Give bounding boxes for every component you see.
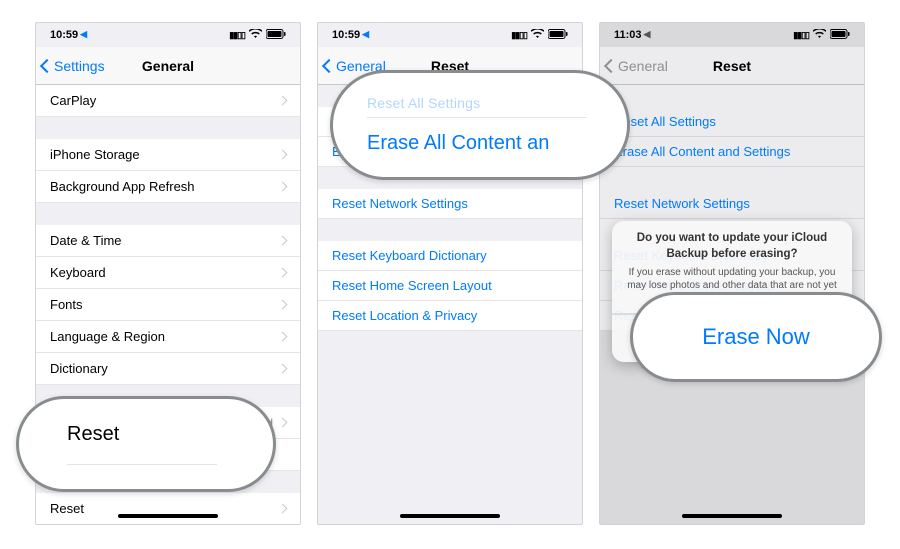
callout-divider (67, 464, 217, 465)
signal-icon: ▮▮▯▯ (511, 30, 527, 41)
chevron-right-icon (278, 300, 288, 310)
home-indicator (400, 514, 500, 518)
chevron-right-icon (278, 364, 288, 374)
nav-title: Reset (713, 58, 751, 74)
row-date-time[interactable]: Date & Time (36, 225, 300, 257)
chevron-right-icon (278, 236, 288, 246)
home-indicator (118, 514, 218, 518)
status-bar: 10:59◀ ▮▮▯▯ (36, 23, 300, 47)
row-iphone-storage[interactable]: iPhone Storage (36, 139, 300, 171)
back-label: General (618, 58, 668, 74)
chevron-left-icon (40, 58, 54, 72)
location-icon: ◀ (644, 29, 651, 39)
back-button[interactable]: Settings (42, 58, 105, 74)
row-fonts[interactable]: Fonts (36, 289, 300, 321)
status-time: 11:03◀ (614, 29, 650, 41)
wifi-icon (813, 29, 826, 42)
callout-label: Erase Now (702, 324, 810, 350)
chevron-right-icon (278, 418, 288, 428)
wifi-icon (531, 29, 544, 42)
row-reset-keyboard-dictionary[interactable]: Reset Keyboard Dictionary (318, 241, 582, 271)
status-time: 10:59◀ (332, 29, 369, 41)
row-reset-all-settings: Reset All Settings (600, 107, 864, 137)
row-reset-network: Reset Network Settings (600, 189, 864, 219)
row-carplay[interactable]: CarPlay (36, 85, 300, 117)
status-bar: 10:59◀ ▮▮▯▯ (318, 23, 582, 47)
chevron-right-icon (278, 504, 288, 514)
section-spacer (600, 85, 864, 107)
row-reset[interactable]: Reset (36, 493, 300, 524)
section-spacer (318, 219, 582, 241)
callout-reset: Reset (16, 396, 276, 492)
row-keyboard[interactable]: Keyboard (36, 257, 300, 289)
row-erase-all-content: Erase All Content and Settings (600, 137, 864, 167)
chevron-left-icon (604, 58, 618, 72)
callout-label: Erase All Content an (367, 132, 627, 155)
nav-bar: Settings General (36, 47, 300, 85)
section-spacer (36, 203, 300, 225)
chevron-right-icon (278, 96, 288, 106)
home-indicator (682, 514, 782, 518)
chevron-right-icon (278, 182, 288, 192)
row-language-region[interactable]: Language & Region (36, 321, 300, 353)
callout-faint-top: Reset All Settings (367, 95, 627, 111)
signal-icon: ▮▮▯▯ (793, 30, 809, 41)
section-spacer (36, 117, 300, 139)
callout-erase-now: Erase Now (630, 292, 882, 382)
wifi-icon (249, 29, 262, 42)
row-reset-network[interactable]: Reset Network Settings (318, 189, 582, 219)
back-label: Settings (54, 58, 105, 74)
row-reset-home-screen[interactable]: Reset Home Screen Layout (318, 271, 582, 301)
chevron-right-icon (278, 332, 288, 342)
status-time: 10:59◀ (50, 29, 87, 41)
battery-icon (830, 29, 850, 42)
chevron-left-icon (322, 58, 336, 72)
signal-icon: ▮▮▯▯ (229, 30, 245, 41)
row-background-app-refresh[interactable]: Background App Refresh (36, 171, 300, 203)
row-reset-location-privacy[interactable]: Reset Location & Privacy (318, 301, 582, 331)
chevron-right-icon (278, 268, 288, 278)
back-button: General (606, 58, 668, 74)
status-bar: 11:03◀ ▮▮▯▯ (600, 23, 864, 47)
battery-icon (266, 29, 286, 42)
location-icon: ◀ (362, 29, 369, 39)
chevron-right-icon (278, 150, 288, 160)
sheet-title: Do you want to update your iCloud Backup… (626, 231, 838, 262)
location-icon: ◀ (80, 29, 87, 39)
nav-bar: General Reset (600, 47, 864, 85)
callout-divider (367, 117, 587, 118)
battery-icon (548, 29, 568, 42)
callout-erase-all: Reset All Settings Erase All Content an (330, 70, 630, 180)
row-dictionary[interactable]: Dictionary (36, 353, 300, 385)
nav-title: General (142, 58, 194, 74)
callout-label: Reset (67, 423, 273, 446)
phone-erase-confirm: 11:03◀ ▮▮▯▯ General Reset Reset All Sett… (599, 22, 865, 525)
section-spacer (600, 167, 864, 189)
